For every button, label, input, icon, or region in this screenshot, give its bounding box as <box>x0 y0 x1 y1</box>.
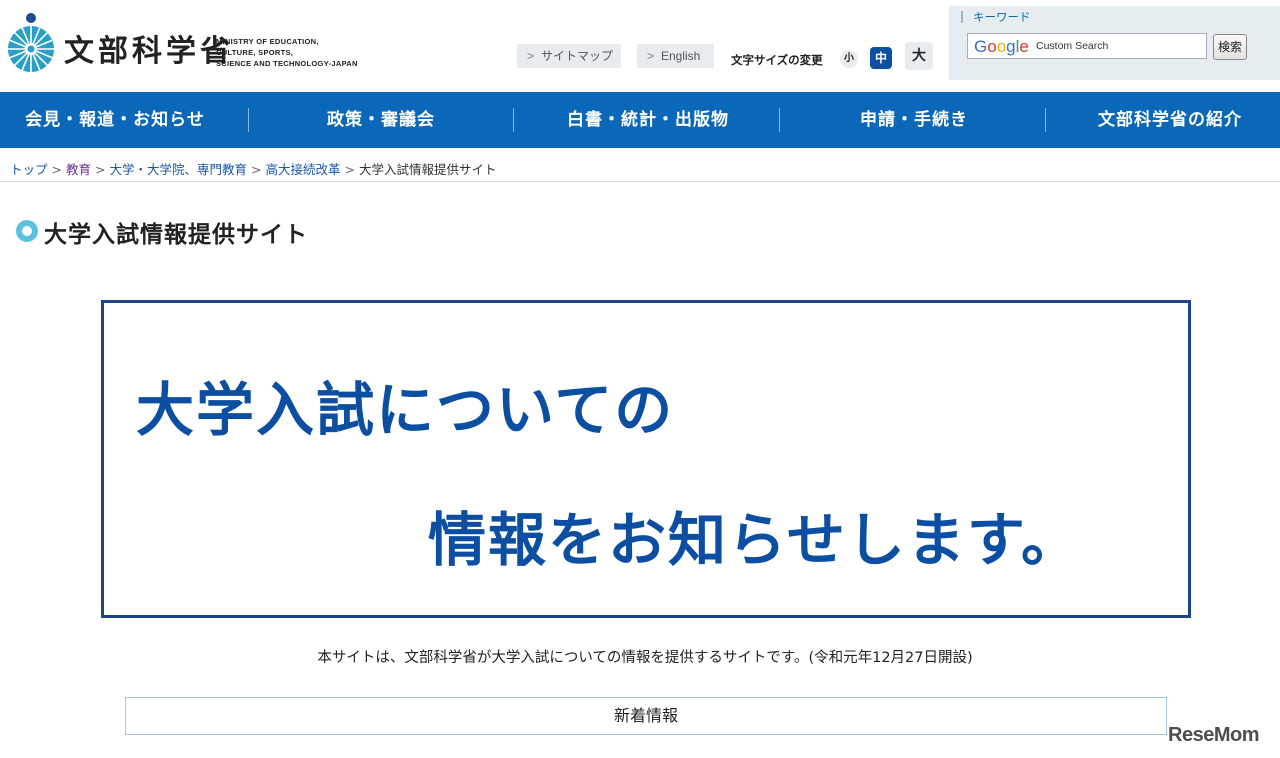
mext-logo[interactable]: 文部科学省 MINISTRY OF EDUCATION, CULTURE, SP… <box>6 12 366 76</box>
chevron-right-icon: > <box>527 49 535 63</box>
hero-banner: 大学入試についての 情報をお知らせします。 <box>101 300 1191 618</box>
fontsize-large-button[interactable]: 大 <box>905 42 933 70</box>
search-panel: キーワード Google Custom Search 検索 <box>949 6 1280 80</box>
breadcrumb: トップ > 教育 > 大学・大学院、専門教育 > 高大接続改革 > 大学入試情報提供サイト <box>10 159 497 178</box>
chevron-right-icon: > <box>647 49 655 63</box>
breadcrumb-education[interactable]: 教育 <box>66 162 91 177</box>
page-title: 大学入試情報提供サイト <box>44 222 308 248</box>
nav-item-policy[interactable]: 政策・審議会 <box>262 92 500 148</box>
fontsize-label: 文字サイズの変更 <box>731 53 823 67</box>
global-nav: 会見・報道・お知らせ 政策・審議会 白書・統計・出版物 申請・手続き 文部科学省… <box>0 92 1280 148</box>
nav-item-press[interactable]: 会見・報道・お知らせ <box>0 92 230 148</box>
breadcrumb-top[interactable]: トップ <box>10 162 48 177</box>
breadcrumb-separator: > <box>95 162 106 177</box>
breadcrumb-current: 大学入試情報提供サイト <box>359 162 497 177</box>
nav-divider <box>1045 108 1046 132</box>
nav-divider <box>513 108 514 132</box>
site-header: 文部科学省 MINISTRY OF EDUCATION, CULTURE, SP… <box>0 0 1280 92</box>
search-button[interactable]: 検索 <box>1213 34 1247 60</box>
sitemap-link[interactable]: > サイトマップ <box>517 44 621 68</box>
resemom-watermark: ReseMom <box>1168 724 1259 746</box>
breadcrumb-university[interactable]: 大学・大学院、専門教育 <box>110 162 248 177</box>
breadcrumb-separator: > <box>51 162 62 177</box>
logo-text-ja: 文部科学省 <box>64 34 234 69</box>
breadcrumb-separator: > <box>251 162 262 177</box>
banner-line-2: 情報をお知らせします。 <box>428 506 1082 574</box>
nav-item-applications[interactable]: 申請・手続き <box>796 92 1032 148</box>
fontsize-small-button[interactable]: 小 <box>840 50 858 68</box>
intro-text: 本サイトは、文部科学省が大学入試についての情報を提供するサイトです。(令和元年1… <box>317 650 973 666</box>
mext-emblem-icon <box>8 13 54 72</box>
breadcrumb-separator: > <box>344 162 355 177</box>
keyword-marker <box>961 11 963 23</box>
nav-divider <box>248 108 249 132</box>
banner-line-1: 大学入試についての <box>136 376 675 444</box>
nav-item-about[interactable]: 文部科学省の紹介 <box>1060 92 1280 148</box>
breadcrumb-reform[interactable]: 高大接続改革 <box>266 162 341 177</box>
news-heading: 新着情報 <box>125 697 1167 735</box>
keyword-label: キーワード <box>973 10 1031 24</box>
english-link[interactable]: > English <box>637 44 714 68</box>
nav-item-publications[interactable]: 白書・統計・出版物 <box>530 92 766 148</box>
search-input[interactable]: Google Custom Search <box>967 33 1207 59</box>
breadcrumb-divider <box>0 181 1280 182</box>
fontsize-medium-button[interactable]: 中 <box>870 47 892 69</box>
logo-text-en: MINISTRY OF EDUCATION, CULTURE, SPORTS, … <box>216 37 358 68</box>
title-bullet-icon <box>16 220 38 242</box>
google-logo: Google <box>974 37 1029 56</box>
custom-search-label: Custom Search <box>1036 40 1109 52</box>
nav-divider <box>779 108 780 132</box>
